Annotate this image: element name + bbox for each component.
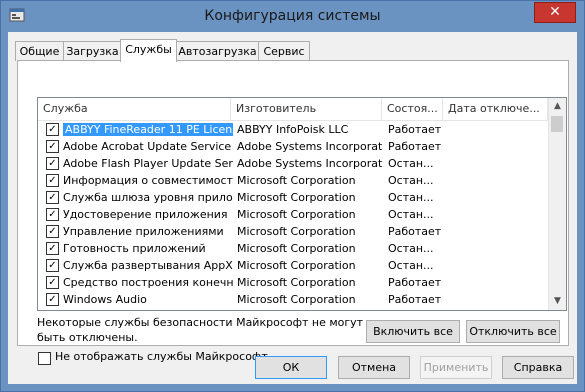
status-cell: Остан...	[388, 242, 434, 255]
table-row[interactable]: ✓ Windows Audio Microsoft Corporation Работ…	[38, 291, 548, 308]
row-checkbox[interactable]: ✓	[46, 293, 59, 306]
service-name-cell: Управление приложениями	[63, 225, 224, 238]
vendor-cell: Microsoft Corporation	[237, 174, 356, 187]
row-checkbox[interactable]: ✓	[46, 225, 59, 238]
scroll-down-icon[interactable]: ▼	[549, 293, 566, 310]
services-panel: Служба Изготовитель Состоя... Дата отклю…	[17, 60, 569, 365]
status-cell: Работает	[388, 293, 442, 306]
scroll-up-icon[interactable]: ▲	[549, 98, 566, 115]
tab-services[interactable]: Службы	[120, 39, 177, 62]
row-checkbox[interactable]: ✓	[46, 140, 59, 153]
list-header: Служба Изготовитель Состоя... Дата отклю…	[38, 98, 548, 121]
vendor-cell: Microsoft Corporation	[237, 276, 356, 289]
service-name-cell: Служба шлюза уровня прилож...	[63, 191, 233, 204]
window-title: Конфигурация системы	[204, 8, 381, 24]
title-bar[interactable]: Конфигурация системы ✕	[1, 1, 584, 31]
vendor-cell: ABBYY InfoPoisk LLC	[237, 123, 349, 136]
table-row[interactable]: ✓ ABBYY FineReader 11 PE Licensi... ABBYY …	[38, 121, 548, 138]
row-checkbox[interactable]: ✓	[46, 123, 59, 136]
row-checkbox[interactable]: ✓	[46, 276, 59, 289]
tab-boot[interactable]: Загрузка	[63, 41, 122, 61]
table-row[interactable]: ✓ Средство построения конечн... Microsoft …	[38, 274, 548, 291]
table-row[interactable]: ✓ Удостоверение приложения Microsoft Corpo…	[38, 206, 548, 223]
service-name-cell: Adobe Flash Player Update Service	[63, 157, 233, 170]
service-name-cell: Служба развертывания AppX (...	[63, 259, 233, 272]
vendor-cell: Microsoft Corporation	[237, 259, 356, 272]
table-row[interactable]: ✓ Adobe Flash Player Update Service Adobe …	[38, 155, 548, 172]
status-cell: Работает	[388, 276, 442, 289]
service-name-cell: Adobe Acrobat Update Service	[63, 140, 232, 153]
status-cell: Остан...	[388, 174, 434, 187]
row-checkbox[interactable]: ✓	[46, 157, 59, 170]
status-cell: Остан...	[388, 191, 434, 204]
msconfig-window: Конфигурация системы ✕ Общие Загрузка Сл…	[0, 0, 585, 392]
table-row[interactable]: ✓ Служба шлюза уровня прилож... Microsoft …	[38, 189, 548, 206]
row-checkbox[interactable]: ✓	[46, 259, 59, 272]
column-header-status[interactable]: Состоя...	[382, 98, 443, 120]
service-name-cell: Информация о совместимости ...	[63, 174, 233, 187]
table-row[interactable]: ✓ Adobe Acrobat Update Service Adobe Syste…	[38, 138, 548, 155]
vendor-cell: Microsoft Corporation	[237, 242, 356, 255]
cancel-button[interactable]: Отмена	[338, 356, 410, 379]
service-name-cell: Готовность приложений	[63, 242, 206, 255]
vendor-cell: Microsoft Corporation	[237, 208, 356, 221]
status-cell: Работает	[388, 225, 442, 238]
enable-all-button[interactable]: Включить все	[366, 320, 460, 343]
service-name-cell: Windows Audio	[63, 293, 147, 306]
services-rows: ✓ ABBYY FineReader 11 PE Licensi... ABBYY …	[38, 121, 548, 308]
status-cell: Остан...	[388, 208, 434, 221]
table-row[interactable]: ✓ Управление приложениями Microsoft Corpor…	[38, 223, 548, 240]
status-cell: Работает	[388, 123, 442, 136]
vendor-cell: Adobe Systems Incorporated	[237, 157, 382, 170]
vendor-cell: Adobe Systems Incorporated	[237, 140, 382, 153]
column-header-date-disabled[interactable]: Дата отключе...	[443, 98, 548, 120]
row-checkbox[interactable]: ✓	[46, 242, 59, 255]
column-header-service[interactable]: Служба	[38, 98, 231, 120]
help-button[interactable]: Справка	[502, 356, 574, 379]
status-cell: Работает	[388, 140, 442, 153]
scroll-thumb[interactable]	[551, 116, 563, 132]
tab-startup[interactable]: Автозагрузка	[176, 41, 259, 61]
service-name-cell: Средство построения конечн...	[63, 276, 233, 289]
vendor-cell: Microsoft Corporation	[237, 225, 356, 238]
services-list[interactable]: Служба Изготовитель Состоя... Дата отклю…	[37, 97, 567, 311]
status-cell: Остан...	[388, 259, 434, 272]
row-checkbox[interactable]: ✓	[46, 174, 59, 187]
security-note: Некоторые службы безопасности Майкрософт…	[37, 316, 364, 344]
ok-button[interactable]: ОК	[255, 356, 327, 379]
vendor-cell: Microsoft Corporation	[237, 191, 356, 204]
apply-button[interactable]: Применить	[420, 356, 492, 379]
hide-ms-services-label: Не отображать службы Майкрософт	[55, 350, 268, 363]
service-name-cell: ABBYY FineReader 11 PE Licensi...	[63, 121, 233, 138]
row-checkbox[interactable]: ✓	[46, 208, 59, 221]
close-button[interactable]: ✕	[534, 2, 576, 23]
dialog-client: Общие Загрузка Службы Автозагрузка Серви…	[8, 32, 577, 384]
column-header-vendor[interactable]: Изготовитель	[231, 98, 382, 120]
tab-general[interactable]: Общие	[15, 41, 64, 61]
table-row[interactable]: ✓ Готовность приложений Microsoft Corporat…	[38, 240, 548, 257]
table-row[interactable]: ✓ Служба развертывания AppX (... Microsoft…	[38, 257, 548, 274]
vendor-cell: Microsoft Corporation	[237, 293, 356, 306]
hide-ms-services-checkbox[interactable]	[38, 352, 51, 365]
vertical-scrollbar[interactable]: ▲ ▼	[548, 98, 566, 310]
disable-all-button[interactable]: Отключить все	[466, 320, 560, 343]
tab-tools[interactable]: Сервис	[258, 41, 310, 61]
status-cell: Остан...	[388, 157, 434, 170]
table-row[interactable]: ✓ Информация о совместимости ... Microsoft…	[38, 172, 548, 189]
service-name-cell: Удостоверение приложения	[63, 208, 228, 221]
row-checkbox[interactable]: ✓	[46, 191, 59, 204]
